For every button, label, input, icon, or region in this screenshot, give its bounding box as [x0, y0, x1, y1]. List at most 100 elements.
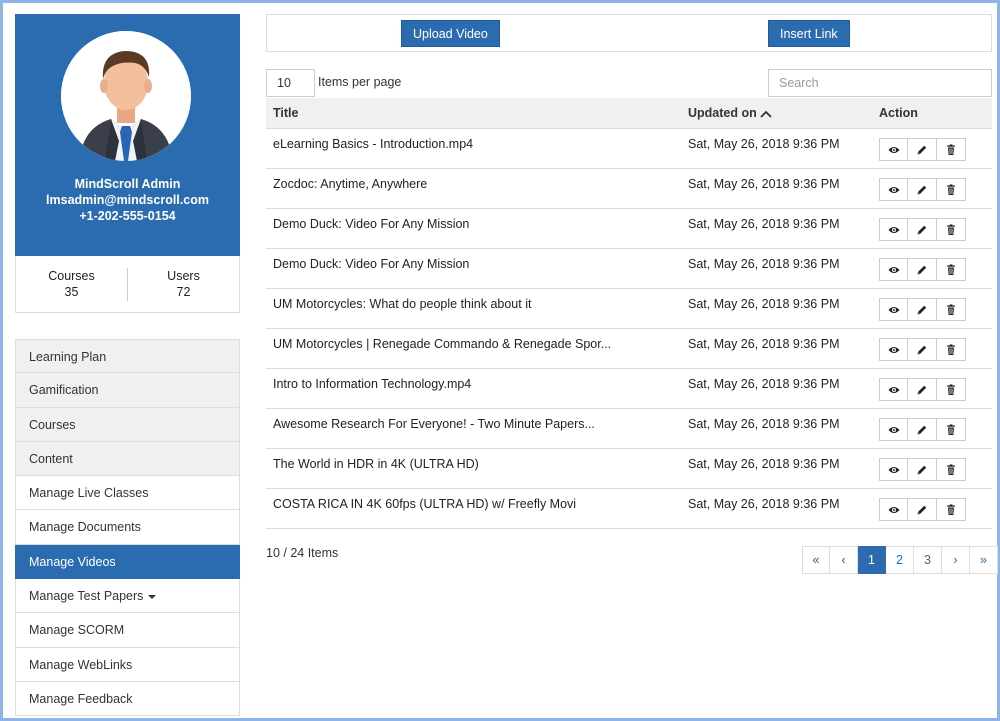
edit-button[interactable]: [908, 258, 937, 281]
edit-button[interactable]: [908, 338, 937, 361]
sidebar-item-manage-scorm[interactable]: Manage SCORM: [15, 613, 240, 648]
sidebar-item-learning-plan[interactable]: Learning Plan: [15, 339, 240, 374]
sidebar-item-manage-videos[interactable]: Manage Videos: [15, 544, 240, 580]
column-header-updated-on[interactable]: Updated on: [688, 106, 773, 120]
video-title: COSTA RICA IN 4K 60fps (ULTRA HD) w/ Fre…: [273, 497, 577, 511]
row-actions: [879, 338, 966, 361]
pencil-icon: [917, 505, 927, 514]
table-row: UM Motorcycles | Renegade Commando & Ren…: [266, 329, 992, 369]
view-button[interactable]: [879, 458, 908, 481]
edit-button[interactable]: [908, 458, 937, 481]
sidebar-item-manage-test-papers[interactable]: Manage Test Papers: [15, 579, 240, 614]
sidebar-item-manage-feedback[interactable]: Manage Feedback: [15, 681, 240, 717]
items-per-page-input[interactable]: [266, 69, 315, 97]
view-button[interactable]: [879, 178, 908, 201]
eye-icon: [888, 346, 899, 353]
pagination-page-3[interactable]: 3: [914, 546, 942, 574]
trash-icon: [947, 224, 955, 235]
caret-down-icon: [148, 594, 157, 599]
sidebar-item-label: Manage Feedback: [29, 691, 133, 706]
trash-icon: [947, 264, 955, 275]
view-button[interactable]: [879, 218, 908, 241]
trash-icon: [947, 504, 955, 515]
video-updated-on: Sat, May 26, 2018 9:36 PM: [688, 457, 840, 471]
column-header-title[interactable]: Title: [273, 106, 298, 120]
pagination-first-button[interactable]: «: [802, 546, 830, 574]
table-row: Demo Duck: Video For Any Mission Sat, May…: [266, 249, 992, 289]
table-row: The World in HDR in 4K (ULTRA HD) Sat, Ma…: [266, 449, 992, 489]
profile-card: MindScroll Admin lmsadmin@mindscroll.com…: [15, 14, 240, 256]
delete-button[interactable]: [937, 498, 966, 521]
pagination-page-2[interactable]: 2: [886, 546, 914, 574]
search-input[interactable]: [768, 69, 992, 97]
video-toolbar: Upload Video Insert Link: [266, 14, 992, 52]
pagination-page-1[interactable]: 1: [858, 546, 886, 574]
view-button[interactable]: [879, 298, 908, 321]
sidebar-item-label: Courses: [29, 417, 76, 432]
edit-button[interactable]: [908, 178, 937, 201]
edit-button[interactable]: [908, 498, 937, 521]
sidebar-item-label: Learning Plan: [29, 350, 107, 364]
row-actions: [879, 258, 966, 281]
view-button[interactable]: [879, 418, 908, 441]
eye-icon: [888, 506, 899, 513]
sidebar-item-label: Manage WebLinks: [29, 657, 133, 672]
edit-button[interactable]: [908, 418, 937, 441]
sidebar-item-label: Manage Test Papers: [29, 589, 144, 604]
pagination-next-button[interactable]: ›: [942, 546, 970, 574]
upload-video-button[interactable]: Upload Video: [401, 20, 500, 47]
delete-button[interactable]: [937, 298, 966, 321]
view-button[interactable]: [879, 378, 908, 401]
insert-link-button[interactable]: Insert Link: [768, 20, 850, 47]
video-title: Awesome Research For Everyone! - Two Min…: [273, 417, 595, 431]
video-updated-on: Sat, May 26, 2018 9:36 PM: [688, 377, 840, 391]
sidebar-item-gamification[interactable]: Gamification: [15, 373, 240, 408]
sidebar-item-manage-weblinks[interactable]: Manage WebLinks: [15, 647, 240, 682]
edit-button[interactable]: [908, 378, 937, 401]
pencil-icon: [917, 345, 927, 354]
view-button[interactable]: [879, 258, 908, 281]
table-header: Title Updated on Action: [266, 98, 992, 129]
sidebar-item-content[interactable]: Content: [15, 441, 240, 477]
eye-icon: [888, 426, 899, 433]
trash-icon: [947, 384, 955, 395]
delete-button[interactable]: [937, 418, 966, 441]
businessman-avatar-icon: [61, 31, 191, 161]
view-button[interactable]: [879, 138, 908, 161]
sidebar-item-label: Manage SCORM: [29, 623, 125, 638]
edit-button[interactable]: [908, 298, 937, 321]
delete-button[interactable]: [937, 378, 966, 401]
items-per-page-label: Items per page: [318, 75, 402, 89]
pagination-last-button[interactable]: »: [970, 546, 998, 574]
users-stat: Users 72: [128, 268, 239, 300]
row-actions: [879, 218, 966, 241]
eye-icon: [888, 186, 899, 193]
delete-button[interactable]: [937, 258, 966, 281]
sidebar-item-manage-live-classes[interactable]: Manage Live Classes: [15, 476, 240, 511]
eye-icon: [888, 306, 899, 313]
delete-button[interactable]: [937, 458, 966, 481]
view-button[interactable]: [879, 498, 908, 521]
delete-button[interactable]: [937, 338, 966, 361]
sidebar: MindScroll Admin lmsadmin@mindscroll.com…: [15, 14, 240, 717]
delete-button[interactable]: [937, 138, 966, 161]
video-title: eLearning Basics - Introduction.mp4: [273, 137, 474, 151]
edit-button[interactable]: [908, 218, 937, 241]
sidebar-item-label: Manage Documents: [29, 520, 141, 535]
row-actions: [879, 178, 966, 201]
sidebar-item-courses[interactable]: Courses: [15, 407, 240, 442]
table-row: Demo Duck: Video For Any Mission Sat, May…: [266, 209, 992, 249]
video-title: Demo Duck: Video For Any Mission: [273, 217, 470, 231]
delete-button[interactable]: [937, 178, 966, 201]
delete-button[interactable]: [937, 218, 966, 241]
view-button[interactable]: [879, 338, 908, 361]
users-stat-value: 72: [176, 285, 191, 299]
table-row: eLearning Basics - Introduction.mp4 Sat, …: [266, 129, 992, 169]
trash-icon: [947, 304, 955, 315]
stats-panel: Courses 35 Users 72: [15, 256, 240, 313]
eye-icon: [888, 146, 899, 153]
sidebar-item-manage-documents[interactable]: Manage Documents: [15, 510, 240, 545]
courses-stat-label: Courses: [48, 269, 95, 283]
pagination-prev-button[interactable]: ‹: [830, 546, 858, 574]
edit-button[interactable]: [908, 138, 937, 161]
